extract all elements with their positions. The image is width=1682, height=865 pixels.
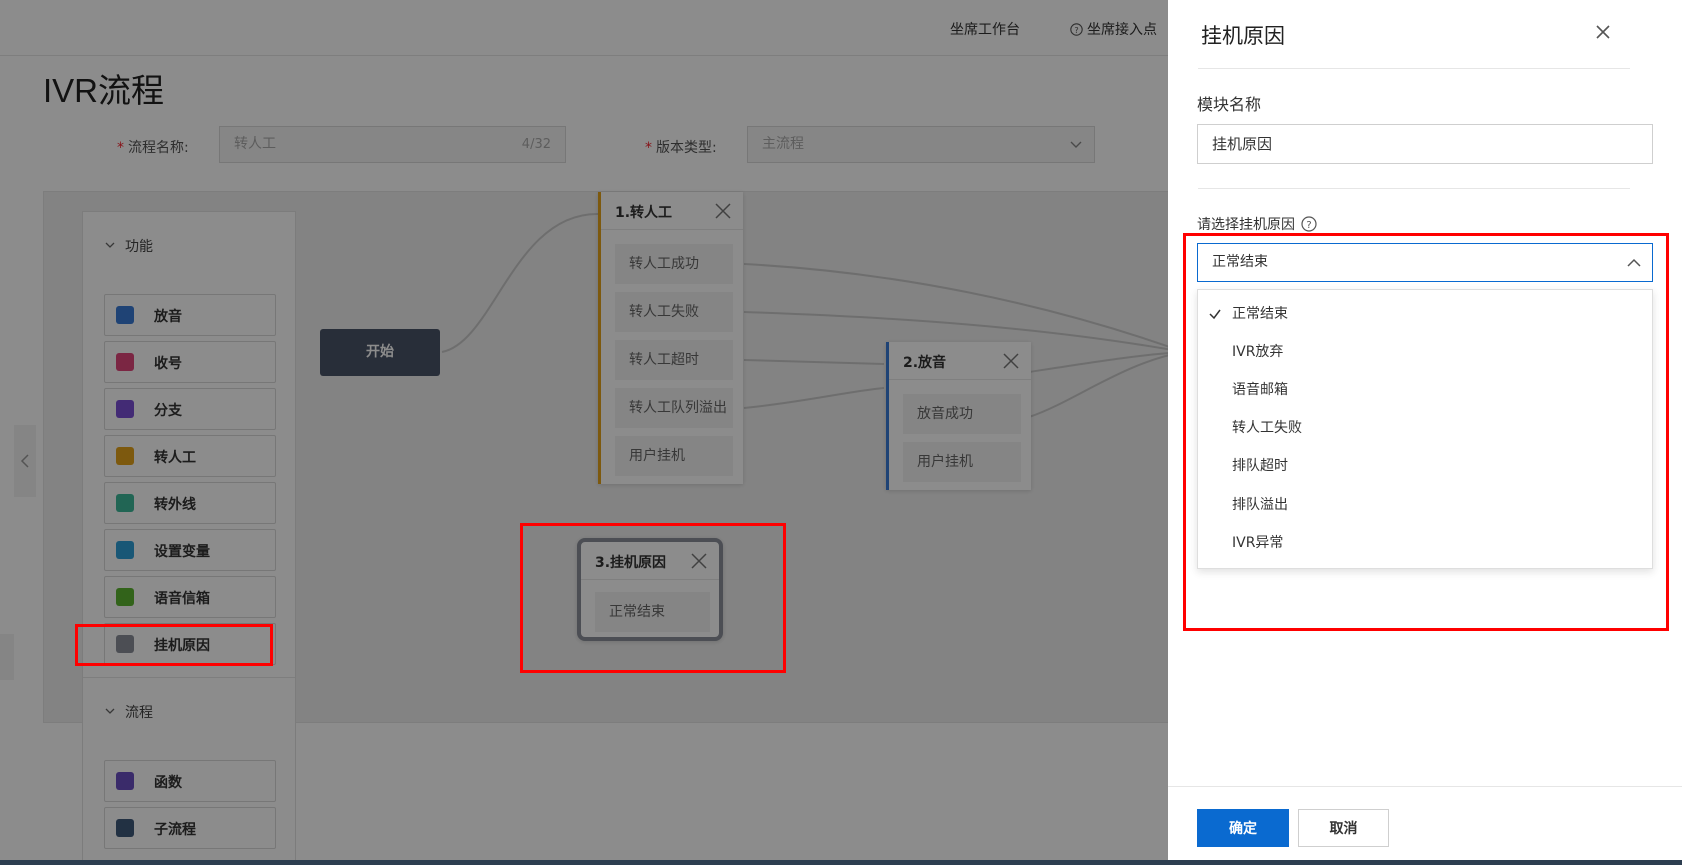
- confirm-button[interactable]: 确定: [1197, 809, 1289, 847]
- svg-text:?: ?: [1306, 220, 1311, 231]
- drawer-title: 挂机原因: [1201, 24, 1285, 48]
- dropdown-option[interactable]: IVR放弃: [1198, 333, 1652, 371]
- dropdown-option[interactable]: 排队超时: [1198, 447, 1652, 485]
- drawer-divider: [1198, 68, 1630, 69]
- check-icon: [1209, 309, 1221, 320]
- drawer-divider: [1198, 188, 1630, 189]
- cancel-button[interactable]: 取消: [1298, 809, 1389, 847]
- dropdown-option[interactable]: 语音邮箱: [1198, 371, 1652, 409]
- dropdown-option[interactable]: 转人工失败: [1198, 409, 1652, 447]
- module-name-input[interactable]: 挂机原因: [1197, 124, 1653, 164]
- module-name-label: 模块名称: [1197, 95, 1262, 114]
- modal-overlay[interactable]: [0, 0, 1168, 865]
- drawer-footer-divider: [1168, 786, 1682, 787]
- hangup-reason-dropdown: 正常结束 IVR放弃 语音邮箱 转人工失败 排队超时 排队溢出 IVR异常: [1197, 289, 1653, 569]
- hangup-reason-select[interactable]: 正常结束: [1197, 243, 1653, 282]
- dropdown-option[interactable]: IVR异常: [1198, 524, 1652, 562]
- dropdown-option[interactable]: 排队溢出: [1198, 486, 1652, 524]
- reason-label: 请选择挂机原因?: [1197, 214, 1317, 234]
- chevron-up-icon: [1627, 258, 1641, 267]
- hangup-reason-drawer: 挂机原因 模块名称 挂机原因 请选择挂机原因? 正常结束 正常结束 IVR放弃 …: [1168, 0, 1682, 865]
- bottom-bar: [0, 860, 1682, 865]
- close-icon[interactable]: [1592, 21, 1614, 43]
- dropdown-option[interactable]: 正常结束: [1198, 295, 1652, 333]
- help-circle-icon[interactable]: ?: [1301, 216, 1317, 232]
